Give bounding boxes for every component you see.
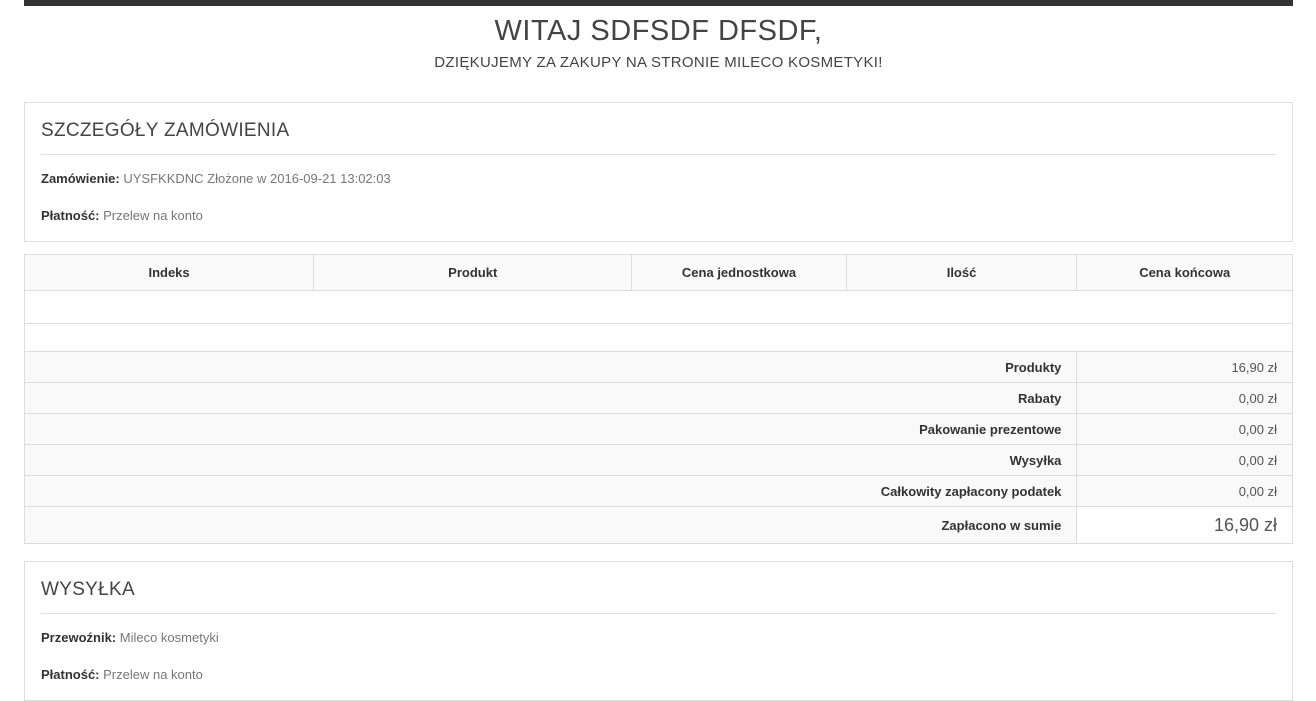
order-number-value: UYSFKKDNC Złożone w 2016-09-21 13:02:03: [123, 171, 391, 186]
summary-value: 16,90 zł: [1076, 351, 1293, 383]
total-paid-label: Zapłacono w sumie: [23, 506, 1078, 544]
welcome-subtitle: DZIĘKUJEMY ZA ZAKUPY NA STRONIE MILECO K…: [434, 54, 883, 71]
shipping-payment-line: Płatność: Przelew na konto: [41, 666, 1276, 684]
total-paid-value: 16,90 zł: [1076, 506, 1293, 544]
summary-value: 0,00 zł: [1076, 444, 1293, 476]
welcome-title: WITAJ SDFSDF DFSDF,: [494, 15, 823, 47]
summary-row-products: Produkty 16,90 zł: [23, 351, 1293, 383]
order-payment-line: Płatność: Przelew na konto: [41, 207, 1276, 225]
empty-spacer-cell: [24, 323, 1293, 352]
column-header-ilosc: Ilość: [845, 254, 1078, 291]
summary-value: 0,00 zł: [1076, 475, 1293, 507]
empty-spacer-row: [24, 323, 1293, 352]
order-number-line: Zamówienie: UYSFKKDNC Złożone w 2016-09-…: [41, 170, 1276, 188]
shipping-carrier-label: Przewoźnik:: [41, 630, 117, 645]
shipping-carrier-line: Przewoźnik: Mileco kosmetyki: [41, 629, 1276, 647]
shipping-carrier-value: Mileco kosmetyki: [119, 630, 219, 645]
summary-row-shipping: Wysyłka 0,00 zł: [23, 444, 1293, 476]
summary-label: Wysyłka: [23, 444, 1078, 476]
table-header-row: Indeks Produkt Cena jednostkowa Ilość Ce…: [23, 254, 1293, 291]
summary-value: 0,00 zł: [1076, 413, 1293, 445]
order-number-label: Zamówienie:: [41, 171, 120, 186]
column-header-produkt: Produkt: [313, 254, 633, 291]
summary-value: 0,00 zł: [1076, 382, 1293, 414]
order-payment-label: Płatność:: [41, 208, 100, 223]
summary-row-total-paid: Zapłacono w sumie 16,90 zł: [23, 506, 1293, 544]
column-header-cena-jednostkowa: Cena jednostkowa: [631, 254, 847, 291]
summary-label: Pakowanie prezentowe: [23, 413, 1078, 445]
column-header-indeks: Indeks: [23, 254, 315, 291]
order-payment-value: Przelew na konto: [103, 208, 203, 223]
summary-row-tax: Całkowity zapłacony podatek 0,00 zł: [23, 475, 1293, 507]
column-header-cena-koncowa: Cena końcowa: [1076, 254, 1293, 291]
order-items-table: Indeks Produkt Cena jednostkowa Ilość Ce…: [23, 254, 1293, 544]
order-details-heading: SZCZEGÓŁY ZAMÓWIENIA: [41, 118, 1276, 155]
shipping-section: WYSYŁKA Przewoźnik: Mileco kosmetyki Pła…: [24, 561, 1293, 701]
summary-label: Produkty: [23, 351, 1078, 383]
summary-label: Rabaty: [23, 382, 1078, 414]
welcome-header: WITAJ SDFSDF DFSDF, DZIĘKUJEMY ZA ZAKUPY…: [24, 6, 1293, 71]
shipping-heading: WYSYŁKA: [41, 577, 1276, 614]
empty-product-row: [24, 290, 1293, 324]
order-confirmation-page: WITAJ SDFSDF DFSDF, DZIĘKUJEMY ZA ZAKUPY…: [0, 0, 1316, 701]
summary-row-discounts: Rabaty 0,00 zł: [23, 382, 1293, 414]
summary-row-gift-wrap: Pakowanie prezentowe 0,00 zł: [23, 413, 1293, 445]
summary-label: Całkowity zapłacony podatek: [23, 475, 1078, 507]
order-details-section: SZCZEGÓŁY ZAMÓWIENIA Zamówienie: UYSFKKD…: [24, 102, 1293, 242]
empty-product-cell: [24, 290, 1293, 324]
shipping-payment-value: Przelew na konto: [103, 667, 203, 682]
shipping-payment-label: Płatność:: [41, 667, 100, 682]
